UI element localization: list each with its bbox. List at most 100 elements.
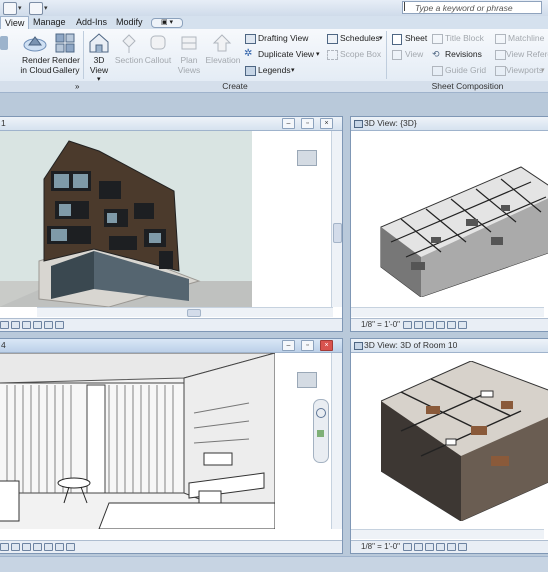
crop-icon[interactable] [447,320,457,329]
horizontal-scrollbar[interactable] [351,529,544,539]
drafting-view-icon [245,34,256,44]
horizontal-scrollbar[interactable] [351,307,544,317]
dropdown-arrow-icon[interactable]: ▾ [379,34,383,42]
view-control-bar: 1/8" = 1'-0" [351,318,548,331]
panel-label-sheet-composition[interactable]: Sheet Composition [387,81,548,92]
viewport-top-right[interactable]: 3D View: {3D} 1/8" = 1'-0" [350,116,548,332]
hide-icon[interactable] [55,320,64,329]
render-icon[interactable] [436,542,446,551]
sun-path-icon[interactable] [414,320,424,329]
tab-view[interactable]: View [0,16,29,29]
close-button[interactable]: × [320,118,333,129]
3d-room-section-render [381,361,548,521]
callout-button[interactable]: Callout [141,55,175,65]
viewports-button[interactable]: Viewports [506,65,543,76]
dropdown-arrow-icon[interactable]: ▾ [541,66,545,74]
ribbon-minimize-toggle[interactable]: ▣ ▾ [151,18,183,28]
panel-divider [386,31,387,79]
crop-icon[interactable] [44,542,53,551]
view-scale[interactable]: 1/8" = 1'-0" [361,320,400,329]
vertical-scrollbar[interactable] [331,131,342,307]
view-button[interactable]: View [405,49,423,60]
sheet-button[interactable]: Sheet [405,33,427,44]
view-title-bar[interactable]: 3D View: {3D} [351,117,548,131]
close-button[interactable]: × [320,340,333,351]
vertical-scrollbar[interactable] [331,353,342,529]
sun-path-icon[interactable] [414,542,424,551]
sun-path-icon[interactable] [11,320,20,329]
dropdown-arrow-icon[interactable]: ▾ [316,50,320,58]
visual-style-icon[interactable] [403,542,413,551]
horizontal-scrollbar[interactable] [37,307,333,317]
dropdown-arrow-icon[interactable]: ▾ [44,4,48,12]
search-input[interactable]: Type a keyword or phrase [402,1,542,14]
scroll-thumb[interactable] [333,223,342,243]
undo-icon[interactable] [29,2,43,15]
guide-grid-button[interactable]: Guide Grid [445,65,486,76]
render-icon[interactable] [436,320,446,329]
tab-modify[interactable]: Modify [116,16,143,29]
restore-button[interactable]: ▫ [301,118,314,129]
revisions-button[interactable]: Revisions [445,49,482,60]
shadows-icon[interactable] [425,542,435,551]
visual-style-icon[interactable] [0,320,9,329]
view-title: 3D View: {3D} [364,118,417,128]
render-gallery-icon [55,33,75,53]
view-title-bar[interactable]: 3D View: 3D of Room 10 [351,339,548,353]
temporary-hide-icon[interactable] [66,542,75,551]
scope-box-button[interactable]: Scope Box [340,49,381,60]
render-gallery-button[interactable]: Render Gallery [50,55,82,75]
elevation-button[interactable]: Elevation [203,55,243,65]
dropdown-arrow-icon[interactable]: ▾ [291,66,295,74]
steering-wheel-icon[interactable] [316,408,326,418]
title-block-icon [432,34,443,44]
viewport-bottom-right[interactable]: 3D View: 3D of Room 10 1/8" = 1'-0" [350,338,548,554]
render-in-cloud-button[interactable]: Render in Cloud [18,55,54,75]
viewcube-icon[interactable] [297,150,317,166]
panel-expand-icon[interactable]: » [75,81,79,92]
schedules-button[interactable]: Schedules [340,33,380,44]
hide-icon[interactable] [55,542,64,551]
panel-divider [83,31,84,79]
render-icon[interactable] [33,320,42,329]
crop-icon[interactable] [447,542,457,551]
truncated-tool-icon[interactable] [0,36,8,50]
viewport-top-left[interactable]: 1 – ▫ × [0,116,343,332]
scope-box-icon [327,50,338,60]
viewcube-icon[interactable] [297,372,317,388]
dropdown-arrow-icon[interactable]: ▾ [18,4,22,12]
guide-grid-icon [432,66,443,76]
title-block-button[interactable]: Title Block [445,33,484,44]
render-icon[interactable] [33,542,42,551]
duplicate-view-button[interactable]: Duplicate View [258,49,314,60]
3d-floor-plan-render [380,166,548,297]
panel-label-create[interactable]: Create [84,81,386,92]
shadows-icon[interactable] [22,542,31,551]
tab-manage[interactable]: Manage [33,16,66,29]
plan-views-button[interactable]: Plan Views [174,55,204,75]
hide-icon[interactable] [458,320,468,329]
legends-button[interactable]: Legends [258,65,291,76]
visual-style-icon[interactable] [0,542,9,551]
3d-view-button[interactable]: 3D View [86,55,112,75]
view-scale[interactable]: 1/8" = 1'-0" [361,542,400,551]
hide-icon[interactable] [458,542,468,551]
viewport-bottom-left[interactable]: 4 – ▫ × [0,338,343,554]
navigation-bar[interactable] [313,399,329,463]
zoom-icon[interactable] [317,430,324,437]
crop-icon[interactable] [44,320,53,329]
tab-add-ins[interactable]: Add-Ins [76,16,107,29]
scroll-thumb[interactable] [187,309,201,317]
matchline-button[interactable]: Matchline [508,33,544,44]
minimize-button[interactable]: – [282,340,295,351]
shadows-icon[interactable] [425,320,435,329]
minimize-button[interactable]: – [282,118,295,129]
save-icon[interactable] [3,2,17,15]
drafting-view-button[interactable]: Drafting View [258,33,308,44]
view-reference-button[interactable]: View Reference [506,49,548,60]
sun-path-icon[interactable] [11,542,20,551]
visual-style-icon[interactable] [403,320,413,329]
restore-button[interactable]: ▫ [301,340,314,351]
view-reference-icon [495,50,506,60]
shadows-icon[interactable] [22,320,31,329]
